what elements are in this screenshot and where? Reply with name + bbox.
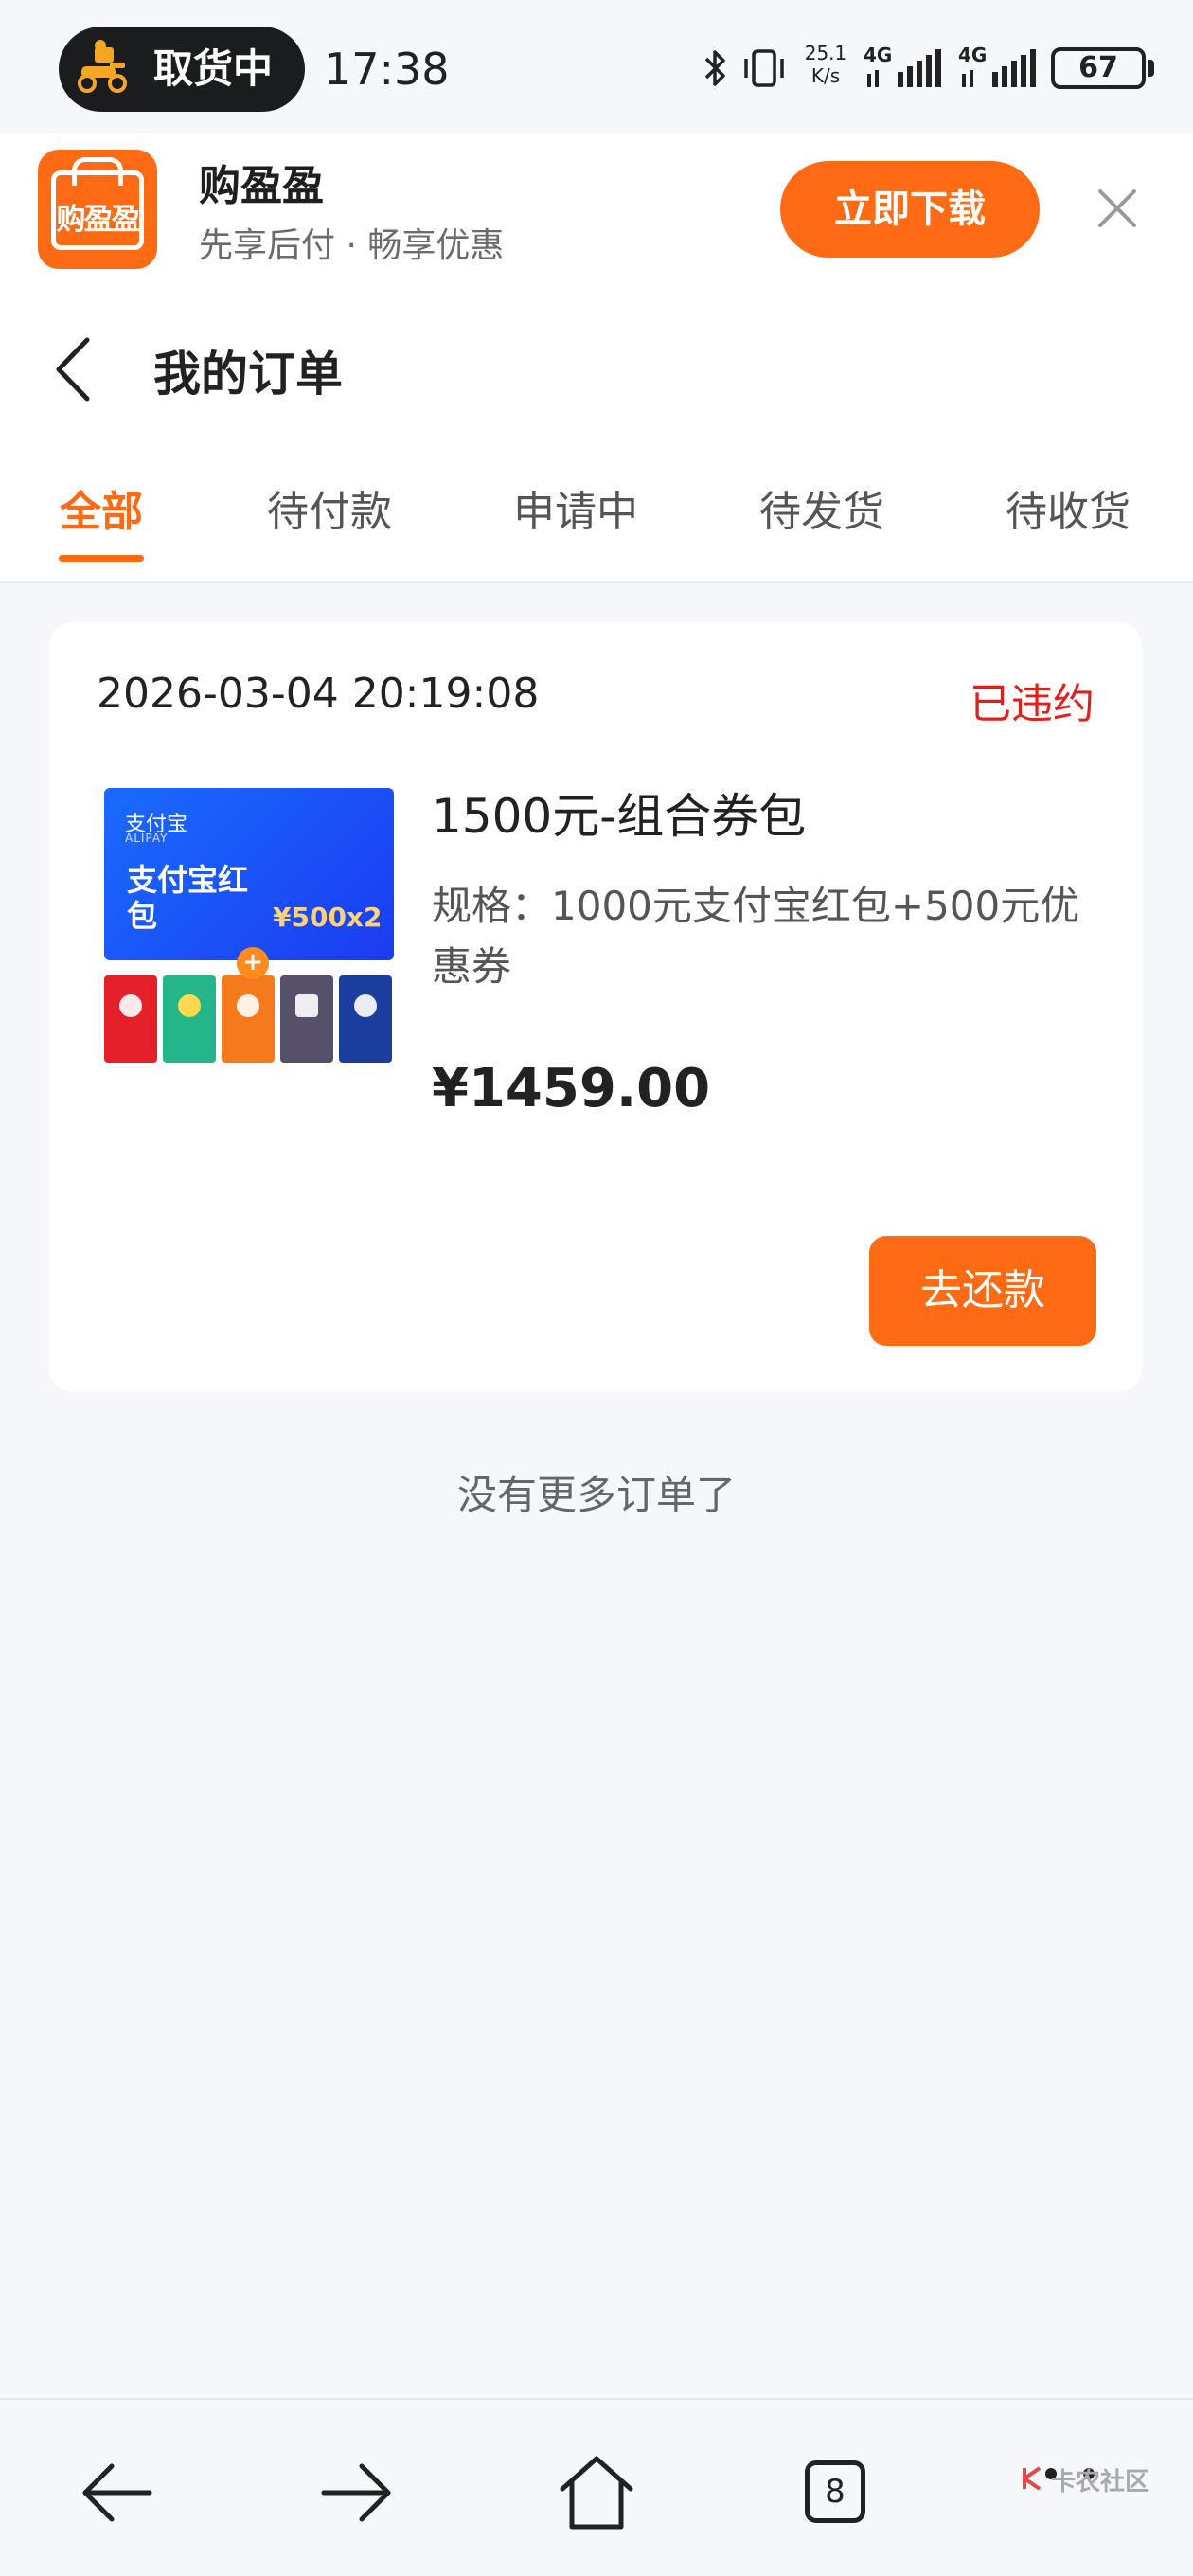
product-name: 1500元-组合券包 [432,789,807,844]
thumbnail-banner: 支付宝 ALIPAY 支付宝红包 ¥500x2 [104,788,394,960]
tab-pending-payment[interactable]: 待付款 [254,474,405,568]
watermark-text: 卡农社区 [1051,2468,1150,2496]
home-icon[interactable] [549,2445,644,2540]
product-thumbnail[interactable]: 支付宝 ALIPAY 支付宝红包 ¥500x2 + [104,788,394,1063]
bluetooth-icon [704,50,725,86]
battery-tip [1148,60,1154,77]
order-status-badge: 已违约 [970,680,1095,728]
status-bar: 取货中 17:38 25.1 K/s 4G 4G 67 [0,0,1193,133]
qq-music-tile [163,975,216,1063]
back-icon[interactable] [70,2445,165,2540]
tab-applying[interactable]: 申请中 [500,474,651,568]
repay-button[interactable]: 去还款 [869,1236,1096,1346]
clock: 17:38 [324,44,450,95]
thumbnail-amount: ¥500x2 [273,902,383,933]
signal-4g-icon-2: 4G [958,44,1040,93]
tab-all[interactable]: 全部 [49,474,153,568]
battery-level: 67 [1051,47,1146,89]
delivery-rider-icon [78,40,127,93]
pill-text: 取货中 [153,45,274,92]
app-slogan: 先享后付 · 畅享优惠 [199,226,505,265]
delivery-status-pill[interactable]: 取货中 [59,27,305,112]
app-logo[interactable]: 购盈盈 [38,150,157,269]
page-title: 我的订单 [153,347,343,402]
network-speed: 25.1 K/s [799,42,852,87]
close-icon[interactable] [1089,180,1146,237]
netease-music-tile [104,975,157,1063]
status-icons: 25.1 K/s 4G 4G 67 [701,38,1165,98]
thumbnail-title: 支付宝红包 [127,862,249,934]
product-price: ¥1459.00 [432,1058,711,1119]
net-speed-unit: K/s [810,64,841,87]
thumbnail-brand-sub: ALIPAY [125,832,169,845]
vibrate-icon [744,49,784,87]
logo-text: 购盈盈 [56,203,141,237]
tab-count: 8 [805,2460,865,2523]
forward-icon[interactable] [309,2445,403,2540]
net-speed-value: 25.1 [804,42,847,64]
tab-pending-shipment[interactable]: 待发货 [746,474,898,568]
keep-tile [280,975,333,1063]
no-more-orders-text: 没有更多订单了 [456,1472,736,1518]
mango-tv-tile [222,975,275,1063]
download-button[interactable]: 立即下载 [780,161,1040,258]
browser-bottom-bar: 8 [0,2398,1193,2576]
tabs-switcher-button[interactable]: 8 [784,2445,879,2540]
order-tabs: 全部 待付款 申请中 待发货 待收货 [0,474,1193,578]
divider [0,581,1193,583]
order-time: 2026-03-04 20:19:08 [97,670,540,718]
app-promo-banner: 购盈盈 购盈盈 先享后付 · 畅享优惠 立即下载 [0,133,1193,298]
signal-4g-icon: 4G [864,44,945,93]
thumbnail-plus: + [237,947,269,979]
vivid-tile [339,975,392,1063]
order-card[interactable]: 2026-03-04 20:19:08 已违约 支付宝 ALIPAY 支付宝红包… [49,622,1142,1391]
product-spec: 规格：1000元支付宝红包+500元优惠券 [432,883,1080,990]
watermark-logo-icon [1023,2466,1042,2491]
back-arrow-icon[interactable] [47,327,104,412]
tab-pending-receipt[interactable]: 待收货 [992,474,1144,568]
nav-header: 我的订单 全部 待付款 申请中 待发货 待收货 [0,298,1193,583]
active-tab-indicator [59,555,144,562]
app-name: 购盈盈 [199,162,324,210]
battery-icon: 67 [1051,47,1155,89]
